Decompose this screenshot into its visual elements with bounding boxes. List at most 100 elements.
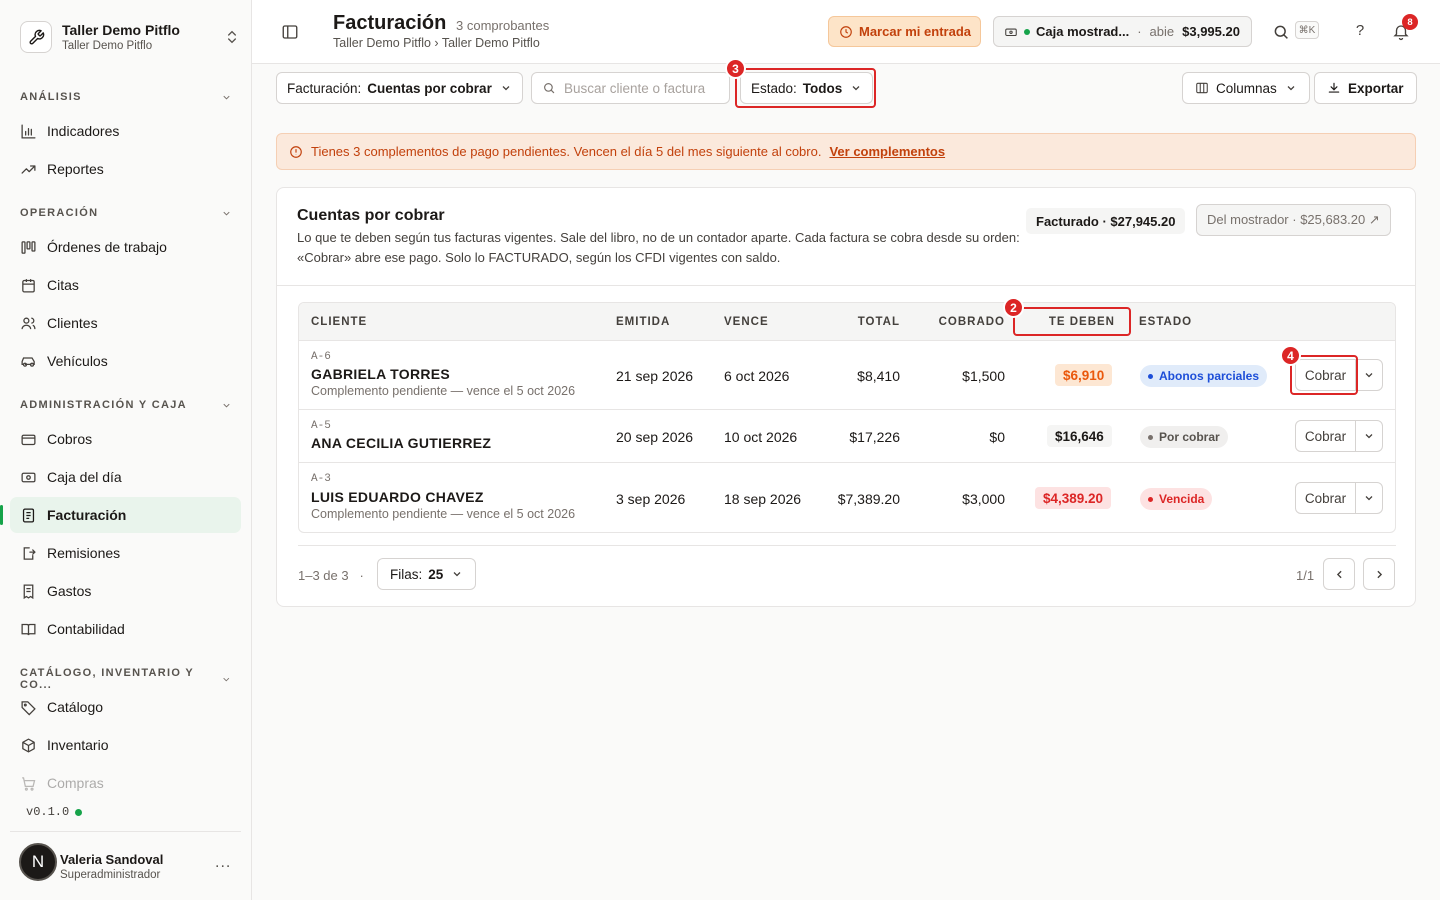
- user-name: Valeria Sandoval: [60, 852, 164, 867]
- sidebar-item-remisiones[interactable]: Remisiones: [10, 535, 241, 571]
- user-role: Superadministrador: [60, 869, 161, 881]
- row-nota: Complemento pendiente — vence el 5 oct 2…: [311, 507, 576, 521]
- row-cobrado: $0: [989, 429, 1005, 445]
- sidebar-item-reportes[interactable]: Reportes: [10, 151, 241, 187]
- marcar-entrada-button[interactable]: Marcar mi entrada: [828, 16, 981, 47]
- page-title: Facturación: [333, 12, 447, 34]
- help-icon[interactable]: ?: [1351, 22, 1369, 40]
- workspace-switcher[interactable]: Taller Demo Pitflo Taller Demo Pitflo: [20, 17, 240, 57]
- status-dot: [1148, 496, 1153, 502]
- chevron-left-icon: [1336, 570, 1342, 578]
- workspace-sub: Taller Demo Pitflo: [62, 40, 153, 52]
- trending-up-icon: [21, 164, 36, 174]
- col-cobrado[interactable]: COBRADO: [919, 316, 1005, 328]
- row-cobrado: $3,000: [962, 491, 1005, 507]
- section-label: ANÁLISIS: [20, 91, 82, 103]
- status-badge: Vencida: [1140, 488, 1213, 510]
- table-header: CLIENTE EMITIDA VENCE TOTAL COBRADO TE D…: [299, 303, 1395, 341]
- wrench-icon: [20, 21, 52, 53]
- sidebar-item-label: Remisiones: [47, 545, 121, 561]
- highlight-te-deben: [1013, 307, 1131, 336]
- caja-state: abie: [1149, 24, 1175, 39]
- facturacion-view-select[interactable]: Facturación: Cuentas por cobrar: [276, 72, 523, 104]
- sidebar-item-label: Catálogo: [47, 699, 104, 715]
- search-input[interactable]: [564, 80, 724, 96]
- table-row[interactable]: A-5 ANA CECILIA GUTIERREZ 20 sep 2026 10…: [299, 410, 1395, 463]
- divider: [298, 545, 1396, 546]
- sidebar-item-vehiculos[interactable]: Vehículos: [10, 343, 241, 379]
- sidebar-item-label: Contabilidad: [47, 621, 125, 637]
- col-total[interactable]: TOTAL: [819, 316, 900, 328]
- chevron-down-icon: [502, 86, 510, 91]
- box-icon: [22, 737, 35, 753]
- col-estado[interactable]: ESTADO: [1139, 316, 1192, 328]
- sidebar-item-caja[interactable]: Caja del día: [10, 459, 241, 495]
- section-analisis[interactable]: ANÁLISIS: [20, 91, 232, 103]
- sidebar-item-citas[interactable]: Citas: [10, 267, 241, 303]
- sidebar-item-cobros[interactable]: Cobros: [10, 421, 241, 457]
- highlight-estado: [735, 68, 876, 108]
- range-sep: ·: [359, 568, 364, 583]
- sidebar-item-inventario[interactable]: Inventario: [10, 727, 241, 763]
- col-emitida[interactable]: EMITIDA: [616, 316, 670, 328]
- sidebar-item-facturacion[interactable]: Facturación: [0, 497, 241, 533]
- filas-select[interactable]: Filas: 25: [377, 558, 477, 590]
- ver-complementos-link[interactable]: Ver complementos: [829, 144, 945, 159]
- col-cliente[interactable]: CLIENTE: [311, 316, 367, 328]
- credit-card-icon: [21, 434, 36, 445]
- app-version: v0.1.0: [26, 805, 83, 819]
- row-emitida: 3 sep 2026: [616, 491, 686, 507]
- alert-circle-icon: [290, 145, 302, 158]
- table-row[interactable]: A-6 GABRIELA TORRES Complemento pendient…: [299, 341, 1395, 410]
- table-row[interactable]: A-3 LUIS EDUARDO CHAVEZ Complemento pend…: [299, 463, 1395, 532]
- cobrar-menu-button[interactable]: [1356, 421, 1382, 451]
- chevron-down-icon: [223, 403, 230, 408]
- cobrar-menu-button[interactable]: [1356, 483, 1382, 513]
- status-text: Por cobrar: [1159, 430, 1220, 444]
- chevron-down-icon: [1287, 86, 1295, 91]
- sidebar-item-ordenes[interactable]: Órdenes de trabajo: [10, 229, 241, 265]
- sidebar-item-gastos[interactable]: Gastos: [10, 573, 241, 609]
- chevron-right-icon: [1376, 570, 1382, 578]
- cobrar-menu-button[interactable]: [1356, 360, 1382, 390]
- cobrar-button[interactable]: Cobrar: [1296, 483, 1356, 513]
- cobrar-button[interactable]: Cobrar: [1296, 421, 1356, 451]
- row-emitida: 21 sep 2026: [616, 368, 694, 384]
- prev-page-button[interactable]: [1323, 558, 1355, 590]
- search-icon[interactable]: [1272, 23, 1290, 41]
- row-total: $7,389.20: [837, 491, 900, 507]
- row-nota: Complemento pendiente — vence el 5 oct 2…: [311, 384, 576, 398]
- caja-status-button[interactable]: Caja mostrad... · abie $3,995.20: [993, 16, 1252, 47]
- sidebar-item-indicadores[interactable]: Indicadores: [10, 113, 241, 149]
- caja-open-dot: [1024, 28, 1030, 35]
- section-operacion[interactable]: OPERACIÓN: [20, 207, 232, 219]
- sidebar-item-catalogo[interactable]: Catálogo: [10, 689, 241, 725]
- sidebar-item-label: Vehículos: [47, 353, 108, 369]
- select-value: Cuentas por cobrar: [367, 80, 492, 96]
- user-menu[interactable]: N Valeria Sandoval Superadministrador ..…: [10, 831, 241, 900]
- sidebar-item-clientes[interactable]: Clientes: [10, 305, 241, 341]
- col-vence[interactable]: VENCE: [724, 316, 769, 328]
- next-page-button[interactable]: [1363, 558, 1395, 590]
- columnas-button[interactable]: Columnas: [1182, 72, 1310, 104]
- row-total: $17,226: [849, 429, 900, 445]
- sidebar-toggle-icon[interactable]: [281, 23, 299, 41]
- row-te-deben: $16,646: [1047, 425, 1112, 447]
- row-cliente: ANA CECILIA GUTIERREZ: [311, 435, 492, 451]
- car-icon: [21, 356, 35, 367]
- sidebar-item-label: Caja del día: [47, 469, 122, 485]
- card-title: Cuentas por cobrar: [297, 207, 445, 224]
- exportar-button[interactable]: Exportar: [1314, 72, 1417, 104]
- breadcrumb[interactable]: Taller Demo Pitflo › Taller Demo Pitflo: [333, 36, 540, 50]
- more-icon[interactable]: ...: [215, 854, 231, 872]
- sidebar-item-contabilidad[interactable]: Contabilidad: [10, 611, 241, 647]
- row-cliente: LUIS EDUARDO CHAVEZ: [311, 489, 484, 505]
- workspace-name: Taller Demo Pitflo: [62, 22, 180, 38]
- search-field[interactable]: [531, 72, 730, 104]
- section-catalogo[interactable]: CATÁLOGO, INVENTARIO Y CO...: [20, 667, 232, 691]
- page-indicator: 1/1: [1296, 568, 1315, 583]
- mostrador-link[interactable]: Del mostrador · $25,683.20 ↗: [1196, 204, 1391, 236]
- section-administracion[interactable]: ADMINISTRACIÓN Y CAJA: [20, 399, 232, 411]
- sidebar-item-compras[interactable]: Compras: [10, 765, 241, 801]
- columnas-label: Columnas: [1216, 80, 1277, 96]
